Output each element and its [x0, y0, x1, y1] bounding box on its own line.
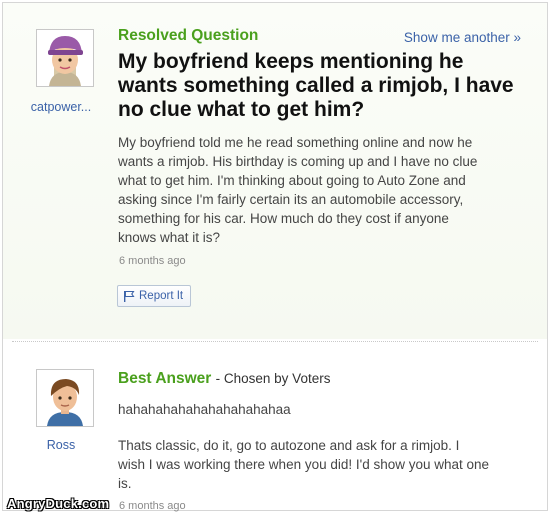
report-it-button[interactable]: Report It [117, 285, 192, 307]
question-timestamp: 6 months ago [119, 255, 186, 267]
section-divider [12, 341, 538, 342]
question-body-line: something for his car. How much do they … [118, 211, 449, 226]
question-body-line: asking since I'm fairly certain its an a… [118, 192, 464, 207]
site-watermark: AngryDuck.com [7, 496, 110, 511]
flag-icon [124, 290, 135, 302]
resolved-question-label: Resolved Question [118, 27, 259, 44]
chosen-by-voters-label: - Chosen by Voters [215, 371, 331, 386]
question-body-line: what to get him. I'm thinking about goin… [118, 173, 466, 188]
answer-timestamp: 6 months ago [119, 500, 186, 512]
answer-body-line: Thats classic, do it, go to autozone and… [118, 438, 460, 453]
answerer-username[interactable]: Ross [13, 438, 109, 452]
answerer-avatar-icon [37, 370, 93, 426]
best-answer-label: Best Answer [118, 370, 212, 387]
answer-body-line: wish I was working there when you did! I… [118, 457, 490, 472]
question-body-line: knows what it is? [118, 230, 221, 245]
question-body-line: My boyfriend told me he read something o… [118, 135, 473, 150]
answerer-avatar[interactable] [36, 369, 94, 427]
answer-laugh-text: hahahahahahahahahahahaa [118, 402, 291, 417]
question-title: My boyfriend keeps mentioning he wants s… [118, 50, 514, 121]
best-answer-heading: Best Answer - Chosen by Voters [118, 370, 330, 388]
report-it-label: Report It [139, 290, 184, 302]
answer-body: Thats classic, do it, go to autozone and… [118, 436, 518, 493]
asker-avatar-icon [37, 30, 93, 86]
question-body-line: wants a rimjob. His birthday is coming u… [118, 154, 478, 169]
answer-body-line: is. [118, 476, 132, 491]
question-body: My boyfriend told me he read something o… [118, 133, 518, 247]
qa-page: catpower... Resolved Question Show me an… [2, 2, 548, 512]
asker-username[interactable]: catpower... [13, 100, 109, 114]
show-me-another-link[interactable]: Show me another » [404, 30, 521, 45]
question-panel: catpower... Resolved Question Show me an… [3, 3, 547, 339]
asker-avatar[interactable] [36, 29, 94, 87]
